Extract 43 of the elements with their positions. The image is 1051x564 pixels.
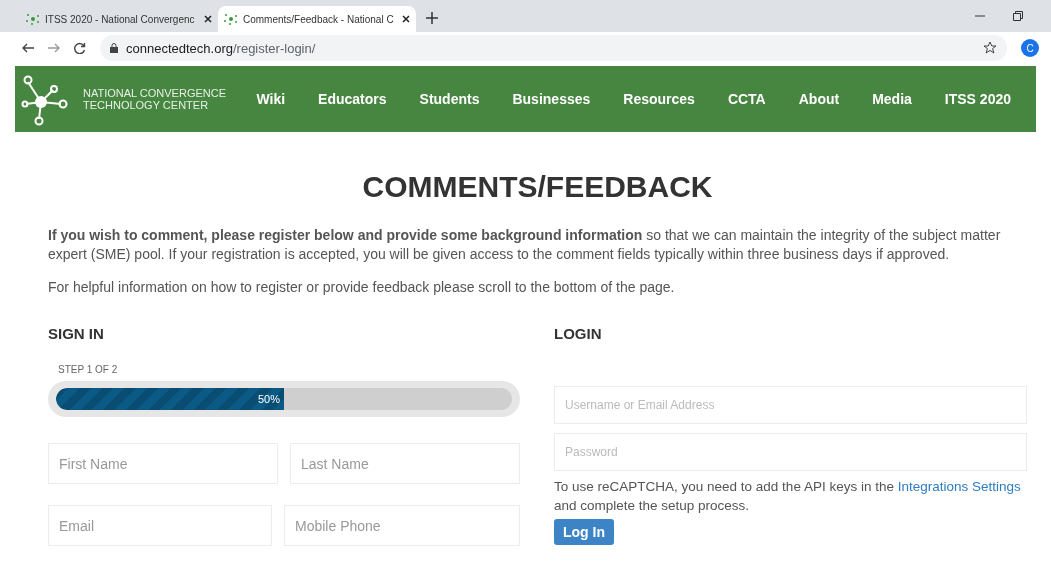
input-field[interactable]: Email	[48, 505, 272, 546]
recaptcha-notice: To use reCAPTCHA, you need to add the API keys in the Integrations Settings and complete the setup process.	[554, 478, 1022, 515]
browser-tab[interactable]: Comments/Feedback - National C	[218, 6, 416, 32]
close-icon[interactable]	[204, 15, 212, 23]
restore-icon[interactable]	[1013, 11, 1023, 21]
back-icon[interactable]	[22, 43, 34, 53]
nav-link[interactable]: Wiki	[236, 91, 299, 107]
close-icon[interactable]	[402, 15, 410, 23]
nav-link[interactable]: CCTA	[707, 91, 779, 107]
nav-link[interactable]: Resources	[603, 91, 708, 107]
input-field[interactable]: First Name	[48, 443, 278, 484]
nav-link[interactable]: ITSS 2020	[924, 91, 1024, 107]
star-icon[interactable]	[983, 41, 997, 55]
page-title: COMMENTS/FEEDBACK	[361, 170, 714, 204]
input-field[interactable]: Mobile Phone	[284, 505, 520, 546]
settings-link[interactable]: Integrations Settings	[897, 479, 1021, 494]
browser-tab[interactable]: ITSS 2020 - National Convergenc	[20, 6, 218, 32]
forward-icon[interactable]	[48, 43, 60, 53]
nav-link[interactable]: Educators	[298, 91, 400, 107]
favicon-icon	[224, 13, 238, 25]
nav-link[interactable]: About	[778, 91, 853, 107]
step-label: STEP 1 OF 2	[58, 364, 119, 375]
profile-avatar[interactable]: C	[1021, 39, 1039, 57]
address-bar[interactable]: connectedtech.org/register-login/	[100, 35, 1007, 61]
brand-name: NATIONAL CONVERGENCE	[83, 87, 227, 99]
nav-link[interactable]: Students	[399, 91, 493, 107]
nav-link[interactable]: Media	[852, 91, 925, 107]
section-heading: SIGN IN	[48, 325, 105, 342]
reload-icon[interactable]	[74, 42, 86, 54]
login-button[interactable]: Log In	[554, 519, 614, 545]
input-field[interactable]: Last Name	[290, 443, 520, 484]
nav-link[interactable]: Businesses	[492, 91, 604, 107]
progress-fill: 50%	[56, 388, 284, 410]
url-text: connectedtech.org/register-login/	[126, 40, 316, 56]
section-heading: LOGIN	[554, 325, 603, 342]
favicon-icon	[26, 13, 40, 25]
brand-name: TECHNOLOGY CENTER	[83, 99, 210, 111]
input-field[interactable]: Username or Email Address	[554, 386, 1027, 424]
input-field[interactable]: Password	[554, 433, 1027, 471]
lock-icon	[110, 43, 118, 53]
intro-paragraph: If you wish to comment, please register below and provide some background information so that we can maintain the integrity of the subject matter expert (SME) pool. If your registration is accepted, you will be given access to the comment fields typically within three business days if approved.	[48, 226, 1002, 264]
new-tab-icon[interactable]	[426, 12, 438, 24]
help-text: For helpful information on how to register or provide feedback please scroll to the bottom of the page.	[48, 278, 676, 297]
